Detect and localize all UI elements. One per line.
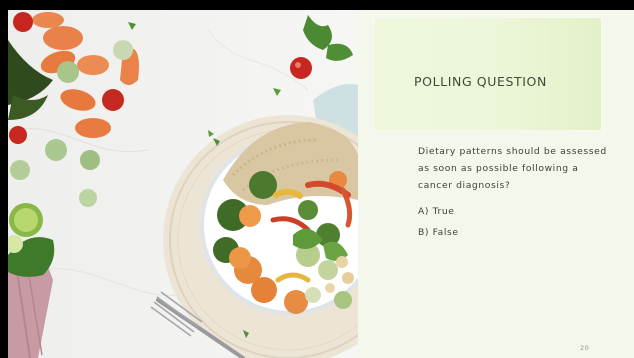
food-photo bbox=[8, 10, 358, 358]
presentation-slide: POLLING QUESTION Dietary patterns should… bbox=[8, 10, 634, 358]
title-box: POLLING QUESTION bbox=[374, 18, 601, 130]
slide-page-number: 20 bbox=[580, 344, 590, 352]
slide-text-panel: POLLING QUESTION Dietary patterns should… bbox=[358, 10, 634, 358]
window-top-edge bbox=[0, 0, 634, 10]
poll-question: Dietary patterns should be assessed as s… bbox=[418, 146, 607, 191]
healthy-food-image bbox=[8, 12, 358, 358]
poll-option-b: B) False bbox=[418, 227, 459, 238]
window-left-edge bbox=[0, 0, 8, 358]
slide-title: POLLING QUESTION bbox=[414, 74, 547, 89]
poll-option-a: A) True bbox=[418, 206, 455, 217]
